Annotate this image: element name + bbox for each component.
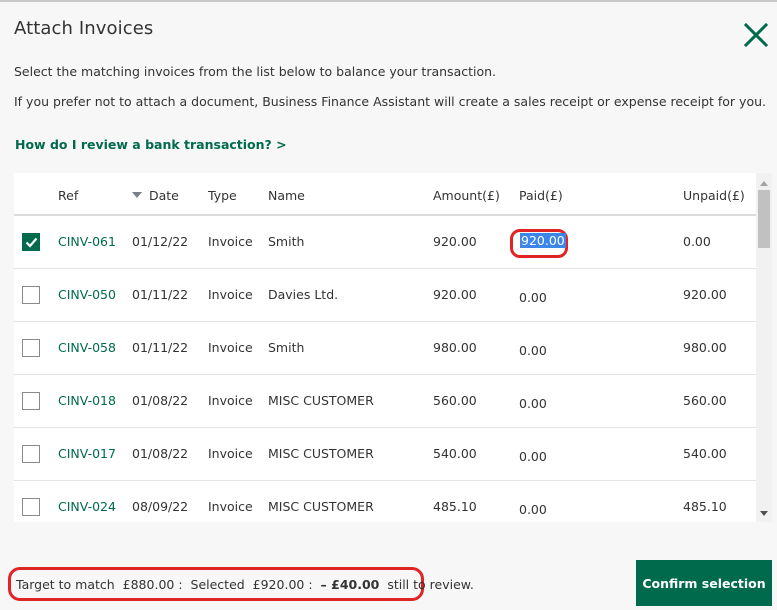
row-checkbox-wrap (22, 498, 40, 516)
paid-amount-input[interactable]: 920.00 (520, 233, 566, 248)
checkmark-icon (25, 237, 38, 248)
selected-value: £920.00 (252, 576, 305, 592)
customer-name: MISC CUSTOMER (268, 499, 374, 514)
invoices-table: Ref Date Type Name Amount(£) Paid(£) Unp… (14, 173, 757, 522)
customer-name: Smith (268, 234, 305, 249)
table-row[interactable]: CINV-050 01/11/22 Invoice Davies Ltd. 920.00… (14, 269, 757, 322)
customer-name: Smith (268, 340, 305, 355)
invoice-date: 08/09/22 (132, 499, 189, 514)
target-label: Target to match (16, 576, 115, 592)
invoice-date: 01/11/22 (132, 340, 189, 355)
invoice-ref-link[interactable]: CINV-061 (58, 234, 116, 249)
column-header-type[interactable]: Type (208, 188, 237, 203)
table-row[interactable]: CINV-018 01/08/22 Invoice MISC CUSTOMER 560.… (14, 375, 757, 428)
separator: : (308, 576, 313, 592)
table-row[interactable]: CINV-017 01/08/22 Invoice MISC CUSTOMER 540.… (14, 428, 757, 481)
column-header-unpaid[interactable]: Unpaid(£) (683, 188, 745, 203)
invoice-type: Invoice (208, 393, 253, 408)
invoice-amount: 560.00 (433, 393, 477, 408)
invoice-ref-link[interactable]: CINV-018 (58, 393, 116, 408)
invoice-type: Invoice (208, 446, 253, 461)
table-row[interactable]: CINV-058 01/11/22 Invoice Smith 980.00 0.00 98… (14, 322, 757, 375)
column-header-date[interactable]: Date (149, 188, 179, 203)
paid-selected-text: 920.00 (520, 233, 566, 248)
table-scrollbar[interactable] (756, 173, 772, 522)
scroll-up-arrow-icon[interactable] (760, 181, 768, 186)
scroll-down-arrow-icon[interactable] (760, 511, 768, 516)
column-header-amount[interactable]: Amount(£) (433, 188, 500, 203)
row-checkbox[interactable] (22, 339, 40, 357)
invoice-date: 01/08/22 (132, 446, 189, 461)
close-button[interactable] (743, 22, 769, 48)
row-checkbox[interactable] (22, 392, 40, 410)
column-header-paid[interactable]: Paid(£) (519, 188, 563, 203)
separator: : (178, 576, 183, 592)
table-row[interactable]: CINV-024 08/09/22 Invoice MISC CUSTOMER 485.… (14, 481, 757, 522)
invoice-amount: 920.00 (433, 287, 477, 302)
sort-down-icon[interactable] (132, 192, 142, 198)
help-link-review-transaction[interactable]: How do I review a bank transaction? > (15, 137, 287, 152)
invoice-date: 01/08/22 (132, 393, 189, 408)
customer-name: Davies Ltd. (268, 287, 339, 302)
row-checkbox-wrap (22, 286, 40, 304)
difference-value: – £40.00 (320, 576, 380, 592)
invoice-ref-link[interactable]: CINV-050 (58, 287, 116, 302)
confirm-selection-button[interactable]: Confirm selection (636, 560, 772, 606)
difference-label: still to review. (387, 576, 474, 592)
paid-amount-input[interactable]: 0.00 (519, 449, 547, 464)
close-icon (743, 22, 769, 48)
invoice-ref-link[interactable]: CINV-024 (58, 499, 116, 514)
row-checkbox-wrap (22, 233, 40, 251)
paid-amount-input[interactable]: 0.00 (519, 502, 547, 517)
invoice-type: Invoice (208, 499, 253, 514)
invoice-ref-link[interactable]: CINV-017 (58, 446, 116, 461)
description-text: Select the matching invoices from the li… (14, 64, 497, 79)
invoice-type: Invoice (208, 287, 253, 302)
row-checkbox-wrap (22, 339, 40, 357)
unpaid-amount: 560.00 (683, 393, 727, 408)
invoice-type: Invoice (208, 234, 253, 249)
invoice-type: Invoice (208, 340, 253, 355)
description-text-secondary: If you prefer not to attach a document, … (14, 94, 766, 109)
unpaid-amount: 920.00 (683, 287, 727, 302)
invoice-amount: 485.10 (433, 499, 477, 514)
invoice-amount: 920.00 (433, 234, 477, 249)
target-value: £880.00 (122, 576, 175, 592)
row-checkbox[interactable] (22, 286, 40, 304)
paid-amount-input[interactable]: 0.00 (519, 343, 547, 358)
paid-amount-input[interactable]: 0.00 (519, 290, 547, 305)
column-header-ref[interactable]: Ref (58, 188, 78, 203)
unpaid-amount: 540.00 (683, 446, 727, 461)
row-checkbox[interactable] (22, 445, 40, 463)
scrollbar-thumb[interactable] (758, 190, 770, 248)
invoice-amount: 980.00 (433, 340, 477, 355)
row-checkbox-wrap (22, 392, 40, 410)
invoice-date: 01/11/22 (132, 287, 189, 302)
row-checkbox-wrap (22, 445, 40, 463)
selected-label: Selected (190, 576, 245, 592)
invoice-date: 01/12/22 (132, 234, 189, 249)
unpaid-amount: 0.00 (683, 234, 711, 249)
table-header: Ref Date Type Name Amount(£) Paid(£) Unp… (14, 173, 757, 216)
unpaid-amount: 485.10 (683, 499, 727, 514)
column-header-name[interactable]: Name (268, 188, 305, 203)
unpaid-amount: 980.00 (683, 340, 727, 355)
paid-amount-input[interactable]: 0.00 (519, 396, 547, 411)
customer-name: MISC CUSTOMER (268, 446, 374, 461)
invoice-ref-link[interactable]: CINV-058 (58, 340, 116, 355)
row-checkbox[interactable] (22, 233, 40, 251)
table-row[interactable]: CINV-061 01/12/22 Invoice Smith 920.00 920.00… (14, 216, 757, 269)
invoice-amount: 540.00 (433, 446, 477, 461)
customer-name: MISC CUSTOMER (268, 393, 374, 408)
dialog-title: Attach Invoices (14, 18, 154, 39)
row-checkbox[interactable] (22, 498, 40, 516)
match-summary: Target to match £880.00 : Selected £920.… (8, 567, 474, 601)
